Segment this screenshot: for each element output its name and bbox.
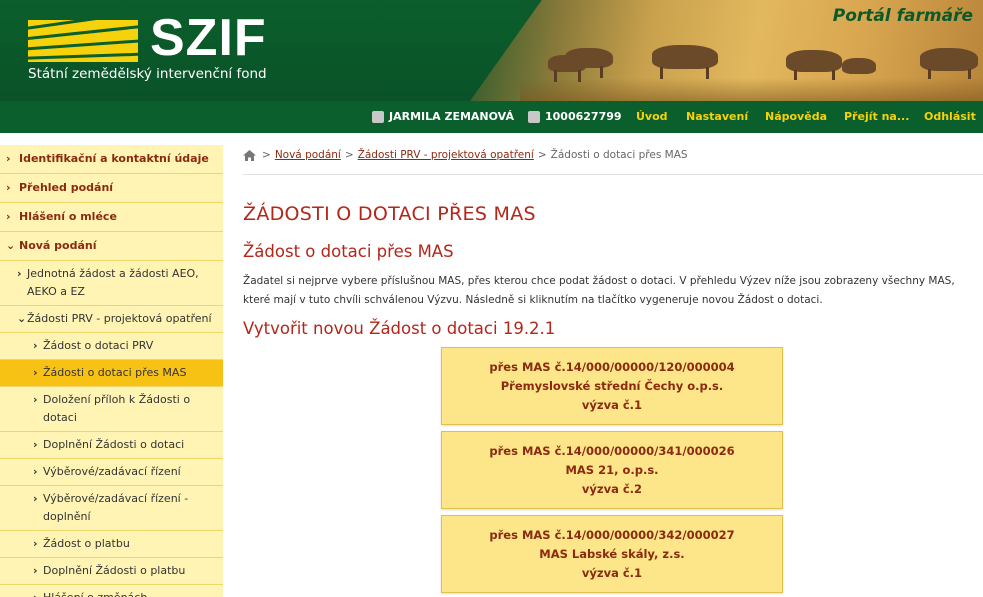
nav-link-uvod[interactable]: Úvod	[636, 101, 668, 133]
chevron-right-icon: ›	[33, 339, 38, 352]
user-id: 1000627799	[528, 101, 622, 133]
mas-button-number: přes MAS č.14/000/00000/342/000027	[489, 527, 735, 542]
chevron-right-icon: ›	[33, 492, 38, 505]
sidebar-item-identifikacni-udaje[interactable]: › Identifikační a kontaktní údaje	[0, 145, 223, 174]
sidebar-item-label: Jednotná žádost a žádosti AEO, AEKO a EZ	[27, 267, 199, 298]
sidebar-item-label: Identifikační a kontaktní údaje	[19, 152, 209, 165]
sidebar-menu: › Identifikační a kontaktní údaje › Přeh…	[0, 145, 223, 597]
mas-button-1[interactable]: přes MAS č.14/000/00000/120/000004 Přemy…	[441, 347, 783, 425]
chevron-down-icon: ⌄	[17, 312, 27, 325]
sidebar-item-label: Výběrové/zadávací řízení	[43, 465, 181, 478]
chevron-right-icon: ›	[33, 438, 38, 451]
mas-button-2[interactable]: přes MAS č.14/000/00000/341/000026 MAS 2…	[441, 431, 783, 509]
chevron-right-icon: ›	[33, 465, 38, 478]
portal-title: Portál farmáře	[832, 6, 973, 26]
user-id-label: 1000627799	[545, 110, 622, 123]
breadcrumb-divider	[243, 174, 983, 175]
home-icon[interactable]	[243, 149, 256, 161]
breadcrumb-separator: >	[344, 149, 354, 161]
mas-button-call: výzva č.1	[581, 397, 643, 412]
breadcrumb-separator: >	[537, 149, 547, 161]
intro-text: Žadatel si nejprve vybere příslušnou MAS…	[243, 275, 955, 306]
nav-link-odhlasit[interactable]: Odhlásit	[924, 101, 976, 133]
chevron-down-icon: ⌄	[6, 239, 16, 252]
sidebar-item-jednotna-zadost[interactable]: › Jednotná žádost a žádosti AEO, AEKO a …	[0, 261, 223, 306]
chevron-right-icon: ›	[33, 537, 38, 550]
sidebar-item-label: Žádosti o dotaci přes MAS	[43, 366, 187, 379]
chevron-right-icon: ›	[17, 267, 22, 280]
mas-button-name: Přemyslovské střední Čechy o.p.s.	[500, 378, 724, 393]
sidebar-item-label: Doplnění Žádosti o platbu	[43, 564, 186, 577]
sidebar-item-label: Doložení příloh k Žádosti o dotaci	[43, 393, 191, 424]
sidebar-item-label: Žádost o dotaci PRV	[43, 339, 154, 352]
mas-button-3[interactable]: přes MAS č.14/000/00000/342/000027 MAS L…	[441, 515, 783, 593]
sidebar-item-doplneni-zadosti-o-dotaci[interactable]: › Doplnění Žádosti o dotaci	[0, 432, 223, 459]
sidebar-item-dolozeni-priloh[interactable]: › Doložení příloh k Žádosti o dotaci	[0, 387, 223, 432]
create-section-title: Vytvořit novou Žádost o dotaci 19.2.1	[243, 319, 556, 338]
main-content: > Nová podání > Žádosti PRV - projektová…	[243, 145, 983, 597]
chevron-right-icon: ›	[33, 366, 38, 379]
szif-logo-icon[interactable]	[28, 20, 138, 62]
breadcrumb-link-nova-podani[interactable]: Nová podání	[275, 149, 341, 161]
breadcrumb-current: Žádosti o dotaci přes MAS	[550, 149, 688, 161]
top-navbar: JARMILA ZEMANOVÁ 1000627799 Úvod Nastave…	[0, 101, 983, 133]
sidebar-item-zadost-o-platbu[interactable]: › Žádost o platbu	[0, 531, 223, 558]
sidebar-item-label: Nová podání	[19, 239, 97, 252]
logo-subtitle: Státní zemědělský intervenční fond	[28, 66, 267, 82]
breadcrumb-link-zadosti-prv[interactable]: Žádosti PRV - projektová opatření	[358, 149, 534, 161]
sidebar-item-zadost-o-dotaci-prv[interactable]: › Žádost o dotaci PRV	[0, 333, 223, 360]
chevron-right-icon: ›	[33, 564, 38, 577]
chevron-right-icon: ›	[6, 181, 11, 194]
sidebar-item-label: Hlášení o mléce	[19, 210, 117, 223]
logo-text[interactable]: SZIF	[150, 10, 267, 66]
mas-button-call: výzva č.2	[581, 481, 643, 496]
sidebar-item-zadosti-prv[interactable]: ⌄ Žádosti PRV - projektová opatření	[0, 306, 223, 333]
sidebar-item-nova-podani[interactable]: ⌄ Nová podání	[0, 232, 223, 261]
user-name-label: JARMILA ZEMANOVÁ	[389, 110, 514, 123]
sidebar-item-vyberove-rizeni-doplneni[interactable]: › Výběrové/zadávací řízení - doplnění	[0, 486, 223, 531]
breadcrumb: > Nová podání > Žádosti PRV - projektová…	[243, 149, 688, 161]
page-title: ŽÁDOSTI O DOTACI PŘES MAS	[243, 203, 536, 225]
site-header: SZIF Státní zemědělský intervenční fond …	[0, 0, 983, 101]
mas-button-number: přes MAS č.14/000/00000/341/000026	[489, 443, 735, 458]
nav-link-nastaveni[interactable]: Nastavení	[686, 101, 748, 133]
sidebar-item-hlaseni-o-mlece[interactable]: › Hlášení o mléce	[0, 203, 223, 232]
sidebar-item-vyberove-rizeni[interactable]: › Výběrové/zadávací řízení	[0, 459, 223, 486]
chevron-right-icon: ›	[33, 589, 43, 597]
nav-link-napoveda[interactable]: Nápověda	[765, 101, 827, 133]
sidebar-item-zadosti-pres-mas[interactable]: › Žádosti o dotaci přes MAS	[0, 360, 223, 387]
sidebar-item-label: Hlášení o změnách	[43, 589, 147, 597]
chevron-right-icon: ›	[6, 152, 11, 165]
nav-link-prejit-na[interactable]: Přejít na...	[844, 101, 909, 133]
sidebar-item-label: Žádosti PRV - projektová opatření	[27, 312, 212, 325]
user-icon	[372, 111, 384, 123]
breadcrumb-separator: >	[262, 149, 271, 161]
user-name: JARMILA ZEMANOVÁ	[372, 101, 514, 133]
section-title: Žádost o dotaci přes MAS	[243, 242, 454, 261]
mas-button-name: MAS Labské skály, z.s.	[539, 546, 685, 561]
sidebar-item-prehled-podani[interactable]: › Přehled podání	[0, 174, 223, 203]
mas-button-name: MAS 21, o.p.s.	[565, 462, 659, 477]
sidebar-item-doplneni-zadosti-o-platbu[interactable]: › Doplnění Žádosti o platbu	[0, 558, 223, 585]
chevron-right-icon: ›	[6, 210, 11, 223]
sidebar-item-label: Výběrové/zadávací řízení - doplnění	[43, 492, 189, 523]
chevron-right-icon: ›	[33, 393, 38, 406]
mas-button-number: přes MAS č.14/000/00000/120/000004	[489, 359, 735, 374]
sidebar-item-label: Žádost o platbu	[43, 537, 130, 550]
id-icon	[528, 111, 540, 123]
sidebar-item-label: Přehled podání	[19, 181, 114, 194]
mas-button-call: výzva č.1	[581, 565, 643, 580]
sidebar-item-hlaseni-o-zmenach[interactable]: › Hlášení o změnách	[0, 585, 223, 597]
sidebar-item-label: Doplnění Žádosti o dotaci	[43, 438, 185, 451]
